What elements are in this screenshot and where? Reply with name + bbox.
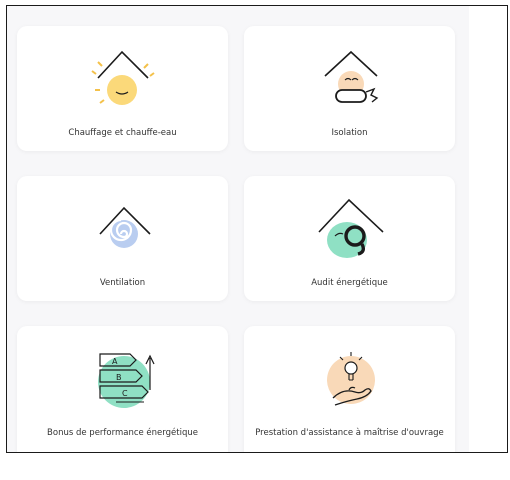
card-chauffage[interactable]: Chauffage et chauffe-eau <box>17 26 228 151</box>
card-label: Audit énergétique <box>311 278 388 288</box>
card-isolation[interactable]: Isolation <box>244 26 455 151</box>
audit-magnifier-house-icon <box>305 190 395 264</box>
lightbulb-hand-icon <box>305 340 395 414</box>
svg-text:A: A <box>112 357 118 366</box>
card-ventilation[interactable]: Ventilation <box>17 176 228 301</box>
svg-text:C: C <box>122 389 128 398</box>
svg-text:B: B <box>116 373 122 382</box>
card-label: Prestation d'assistance à maîtrise d'ouv… <box>255 428 444 438</box>
energy-rating-icon: A B C <box>78 340 168 414</box>
ventilation-house-icon <box>78 190 168 264</box>
page-margin <box>469 6 507 452</box>
card-label: Isolation <box>331 128 368 138</box>
card-label: Chauffage et chauffe-eau <box>68 128 177 138</box>
card-assistance-moa[interactable]: Prestation d'assistance à maîtrise d'ouv… <box>244 326 455 452</box>
card-label: Ventilation <box>99 278 146 288</box>
card-label: Bonus de performance énergétique <box>47 428 198 438</box>
card-bonus-performance[interactable]: A B C Bonus de performance énergétique <box>17 326 228 452</box>
card-audit[interactable]: Audit énergétique <box>244 176 455 301</box>
services-panel: Chauffage et chauffe-eau Isolation Venti… <box>6 5 508 453</box>
sun-house-icon <box>78 40 168 114</box>
services-grid: Chauffage et chauffe-eau Isolation Venti… <box>17 26 455 452</box>
insulation-house-icon <box>305 40 395 114</box>
